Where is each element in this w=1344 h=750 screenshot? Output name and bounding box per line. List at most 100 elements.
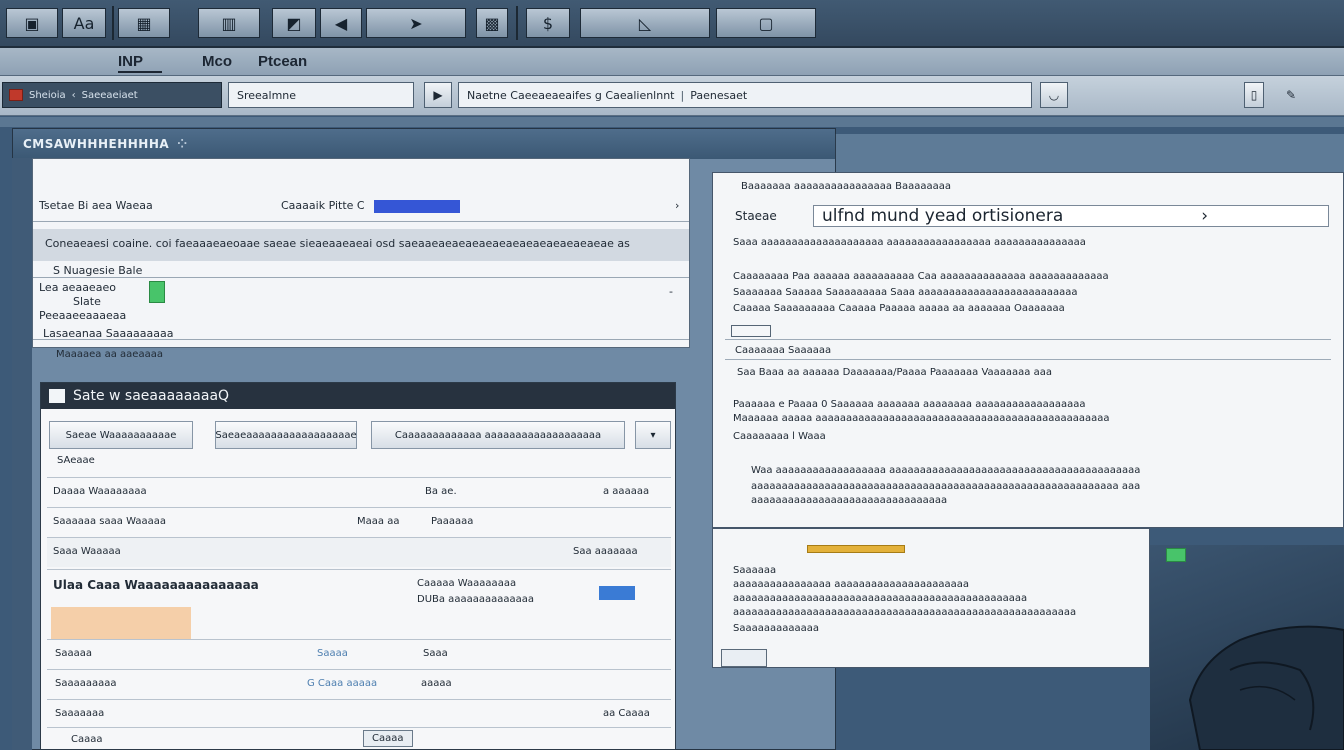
table-row[interactable]: Saaaaa Saaaa Saaa <box>47 639 671 669</box>
divider <box>33 339 689 340</box>
path-tail: Paenesaet <box>690 88 748 102</box>
doc-description: Coneaeaesi coaine. coi faeaaaeaeoaae sae… <box>45 237 630 250</box>
go-icon[interactable]: ▶ <box>424 82 452 108</box>
lower-line-1: Saaaaaa <box>733 565 777 576</box>
blue-toggle[interactable] <box>599 586 635 600</box>
dots-icon[interactable]: ⁘ <box>177 137 188 151</box>
details-input-value: ulfnd mund yead ortisionera <box>822 206 1064 226</box>
chevron-icon: ‹ <box>71 89 76 101</box>
lower-button[interactable] <box>721 649 767 667</box>
doc-item-3[interactable]: Slate <box>73 295 729 308</box>
window-icon[interactable]: ▢ <box>716 8 816 38</box>
details-search-input[interactable]: ulfnd mund yead ortisionera › <box>813 205 1329 227</box>
monitor-icon[interactable]: ▣ <box>6 8 58 38</box>
top-toolbar: ▣ Aa ▦ ▥ ◩ ◀ ➤ ▩ $ ◺ ▢ <box>0 0 1344 48</box>
dialog-tab-3[interactable]: Caaaaaaaaaaaaa aaaaaaaaaaaaaaaaaaa <box>371 421 625 449</box>
details-section-2: Saa Baaa aa aaaaaa Daaaaaaa/Paaaa Paaaaa… <box>737 367 1052 378</box>
doc-item-1[interactable]: S Nuagesie Bale <box>53 264 709 277</box>
panel-title-bar: CMSAWHHHEHHHHA ⁘ <box>13 129 835 159</box>
row-label: Ulaa Caaa Waaaaaaaaaaaaaaa <box>53 578 259 592</box>
table-row[interactable]: Saaaaaa saaa Waaaaa Maaa aa Paaaaaa <box>47 507 671 537</box>
doc-item-2[interactable]: Lea aeaaeaeo <box>39 281 695 294</box>
table-row[interactable]: Caaaa Caaaa <box>47 727 671 750</box>
refresh-icon[interactable]: ◡ <box>1040 82 1068 108</box>
location-label: Sheioia <box>29 89 66 101</box>
row-label: Saaaaa <box>55 648 92 659</box>
image-icon[interactable]: ▦ <box>118 8 170 38</box>
details-line-4: Caaaaa Saaaaaaaaa Caaaaa Paaaaa aaaaa aa… <box>733 303 1065 314</box>
row-extra: aaaaa <box>421 678 452 689</box>
doc-header-left: Tsetae Bi aea Waeaa <box>39 199 153 212</box>
row-label: Caaaa <box>71 734 103 745</box>
table-row[interactable]: Saaa Waaaaa Saa aaaaaaa <box>47 537 671 567</box>
details-para-4: Waa aaaaaaaaaaaaaaaaaa aaaaaaaaaaaaaaaaa… <box>751 465 1141 476</box>
row-value: Ba ae. <box>425 486 457 497</box>
text-tool-icon[interactable]: Aa <box>62 8 106 38</box>
chevron-right-icon[interactable]: › <box>675 199 687 212</box>
row-value: Saaaa <box>317 648 348 659</box>
grid-icon[interactable]: ▩ <box>476 8 508 38</box>
row-extra: aa Caaaa <box>603 708 650 719</box>
dialog-small-label: SAeaae <box>57 455 95 466</box>
dialog-tab-2[interactable]: Saeaeaaaaaaaaaaaaaaaaae <box>215 421 357 449</box>
path-field[interactable]: Naetne Caeeaeaeaifes g Caealienlnnt | Pa… <box>458 82 1032 108</box>
details-para-6: aaaaaaaaaaaaaaaaaaaaaaaaaaaaaaaa <box>751 495 948 506</box>
details-line-1: Saaa aaaaaaaaaaaaaaaaaaaa aaaaaaaaaaaaaa… <box>733 237 1086 248</box>
folder-icon <box>9 89 23 101</box>
row-label: Daaaa Waaaaaaaa <box>53 486 147 497</box>
document-window: Tsetae Bi aea Waeaa Caaaaik Pitte C › Co… <box>32 158 690 348</box>
dropdown-icon[interactable]: ▾ <box>635 421 671 449</box>
lower-line-2: aaaaaaaaaaaaaaaa aaaaaaaaaaaaaaaaaaaaaa <box>733 579 970 590</box>
details-line-2: Caaaaaaaa Paa aaaaaa aaaaaaaaaa Caa aaaa… <box>733 271 1109 282</box>
doc-header-mid: Caaaaik Pitte C <box>281 199 541 213</box>
row-label: Saaaaaaa <box>55 708 105 719</box>
table-row[interactable]: Ulaa Caaa Waaaaaaaaaaaaaaa Caaaaa Waaaaa… <box>47 569 671 639</box>
details-para-5: aaaaaaaaaaaaaaaaaaaaaaaaaaaaaaaaaaaaaaaa… <box>751 481 1141 492</box>
menu-item-mco[interactable]: Mco <box>202 53 232 70</box>
row-extra: Saa aaaaaaa <box>573 546 638 557</box>
location-selector[interactable]: Sheioia ‹ Saeeaeiaet <box>2 82 222 108</box>
panel-title: CMSAWHHHEHHHHA <box>23 137 170 151</box>
location-value: Saeeaeiaet <box>81 89 138 101</box>
details-section-1: Caaaaaaa Saaaaaa <box>735 345 832 356</box>
chart-icon[interactable]: ◩ <box>272 8 316 38</box>
details-lower-window: Saaaaaa aaaaaaaaaaaaaaaa aaaaaaaaaaaaaaa… <box>712 528 1150 668</box>
columns-icon[interactable]: ▥ <box>198 8 260 38</box>
details-input-label: Staeae <box>735 209 777 223</box>
menu-item-ptcean[interactable]: Ptcean <box>258 53 307 70</box>
row-label: Saaa Waaaaa <box>53 546 121 557</box>
cursor-icon[interactable]: ➤ <box>366 8 466 38</box>
draw-icon[interactable]: ✎ <box>1276 82 1306 108</box>
menu-label: INP <box>118 53 144 70</box>
row-value: Caaaaa Waaaaaaaa <box>417 578 517 589</box>
shape-icon[interactable]: ◺ <box>580 8 710 38</box>
table-row[interactable]: Daaaa Waaaaaaaa Ba ae. a aaaaaa <box>47 477 671 507</box>
back-icon[interactable]: ◀ <box>320 8 362 38</box>
menu-underline <box>118 71 162 73</box>
menu-item-inp[interactable]: INP <box>118 53 162 73</box>
lower-line-4: aaaaaaaaaaaaaaaaaaaaaaaaaaaaaaaaaaaaaaaa… <box>733 607 1077 618</box>
dialog-title-bar: Sate w saeaaaaaaaaQ <box>41 383 675 409</box>
row-extra: a aaaaaa <box>603 486 650 497</box>
search-input[interactable]: Sreealmne <box>228 82 414 108</box>
details-tag[interactable] <box>731 325 771 337</box>
table-row[interactable]: Saaaaaaa aa Caaaa <box>47 699 671 729</box>
lower-line-5: Saaaaaaaaaaaaa <box>733 623 820 634</box>
more-icon[interactable]: - <box>669 285 689 298</box>
doc-caption: Maaaaea aa aaeaaaa <box>56 349 163 360</box>
progress-bar <box>807 545 905 553</box>
menu-bar: INP Mco Ptcean <box>0 48 1344 76</box>
details-window: Baaaaaaa aaaaaaaaaaaaaaaa Baaaaaaaa Stae… <box>712 172 1344 528</box>
dollar-icon[interactable]: $ <box>526 8 570 38</box>
progress-chip <box>374 199 461 213</box>
row-button[interactable]: Caaaa <box>363 730 413 747</box>
doc-item-4[interactable]: Peeaaeeaaaeaa <box>39 309 695 322</box>
divider <box>725 359 1331 360</box>
row-label: Saaaaaa saaa Waaaaa <box>53 516 166 527</box>
page-icon[interactable]: ▯ <box>1244 82 1264 108</box>
details-para-2: Maaaaaa aaaaa aaaaaaaaaaaaaaaaaaaaaaaaaa… <box>733 413 1110 424</box>
row-label: Saaaaaaaaa <box>55 678 117 689</box>
dialog-tab-1[interactable]: Saeae Waaaaaaaaaae <box>49 421 193 449</box>
table-row[interactable]: Saaaaaaaaa G Caaa aaaaa aaaaa <box>47 669 671 699</box>
row-extra: Paaaaaa <box>431 516 474 527</box>
